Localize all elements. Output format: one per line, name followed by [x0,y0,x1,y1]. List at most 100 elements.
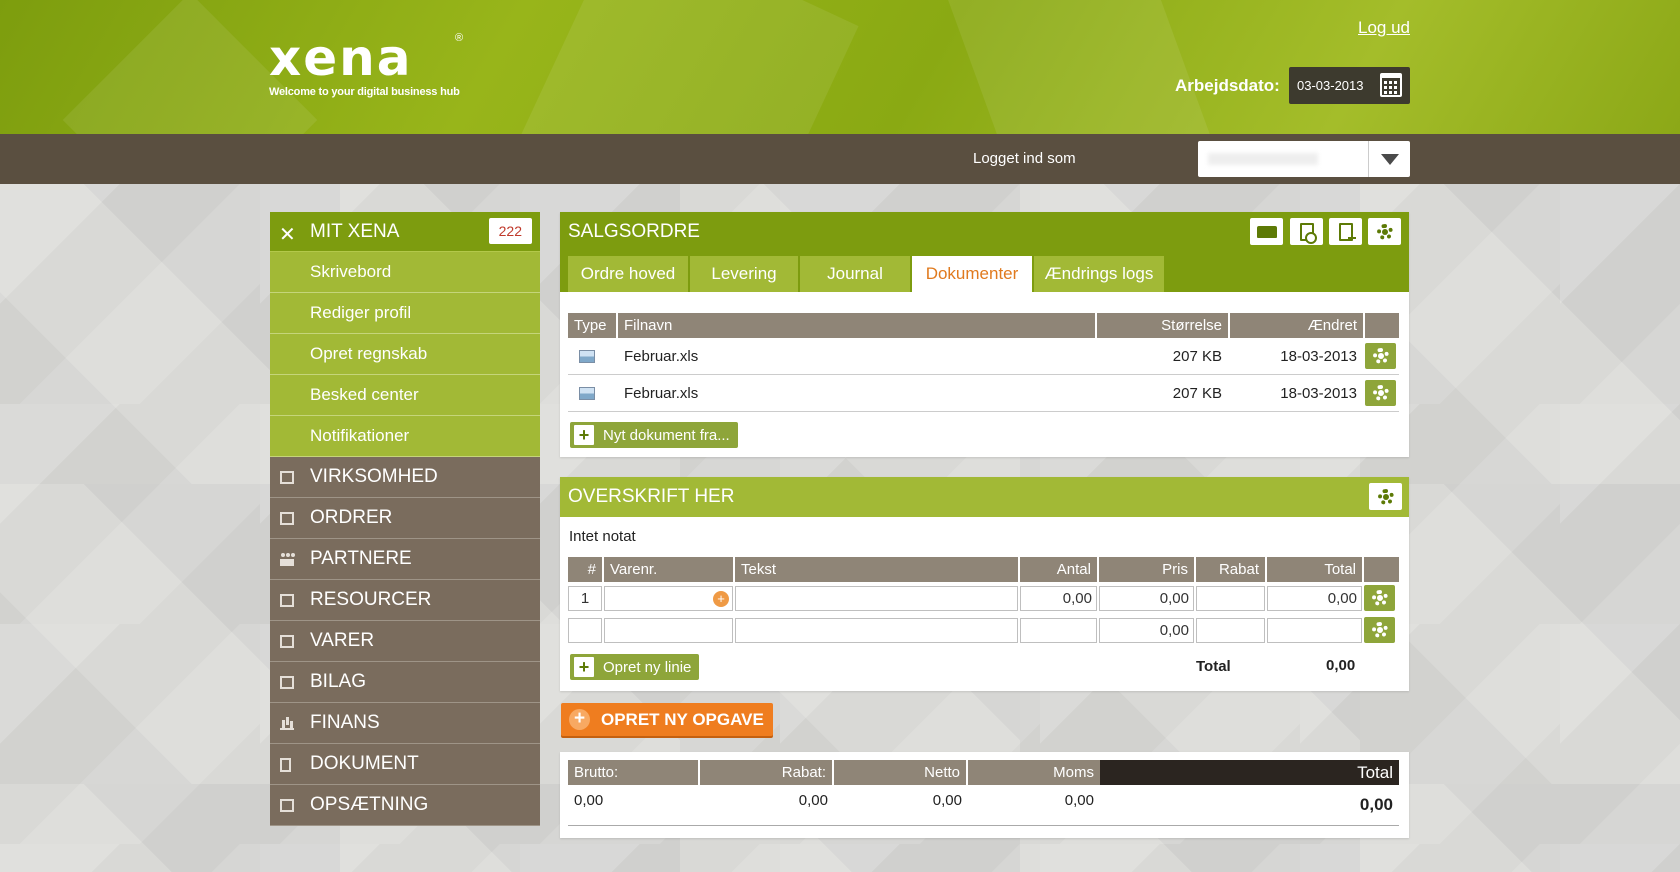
varenr-field[interactable]: + [604,585,733,611]
rabat-field[interactable] [1196,585,1265,611]
netto-value: 0,00 [932,792,962,809]
workdate-value: 03-03-2013 [1297,78,1364,93]
col-actions [1364,557,1399,582]
header: xena ® Welcome to your digital business … [0,0,1680,134]
table-row[interactable]: Februar.xls 207 KB 18-03-2013 [568,338,1399,375]
sidebar-item-opsaetning[interactable]: OPSÆTNING [270,785,540,826]
logo-registered-mark: ® [455,32,464,44]
sidebar-item-varer[interactable]: VARER [270,621,540,662]
line-number-field[interactable] [568,617,602,643]
sidebar-item-finans[interactable]: FINANS [270,703,540,744]
tab-ordre-hoved[interactable]: Ordre hoved [568,256,688,292]
tekst-field[interactable] [735,617,1018,643]
plus-icon: + [574,425,594,445]
chevron-down-icon[interactable] [1368,141,1410,177]
sidebar-item-bilag[interactable]: BILAG [270,662,540,703]
settings-button[interactable] [1369,483,1402,510]
col-varenr: Varenr. [604,557,735,582]
antal-field[interactable] [1020,617,1097,643]
add-item-icon[interactable]: + [713,590,729,607]
tab-aendrings-logs[interactable]: Ændrings logs [1034,256,1164,292]
filename-cell[interactable]: Februar.xls [618,348,1097,365]
tab-journal[interactable]: Journal [800,256,910,292]
tab-levering[interactable]: Levering [690,256,798,292]
new-line-button[interactable]: + Opret ny linie [570,654,700,680]
overskrift-panel: OVERSKRIFT HER Intet notat # Varenr. Tek… [560,477,1409,691]
image-file-icon [579,386,595,400]
sidebar-item-partnere[interactable]: PARTNERE [270,539,540,580]
add-document-icon [1338,222,1356,241]
summary-header: Brutto: Rabat: Netto Moms Total [568,760,1399,785]
sidebar-item-resourcer[interactable]: RESOURCER [270,580,540,621]
preview-button[interactable] [1290,218,1323,245]
row-settings-button[interactable] [1365,380,1396,406]
sidebar: ✕ MIT XENA 222 Skrivebord Rediger profil… [270,212,540,826]
rabat-field[interactable] [1196,617,1265,643]
row-settings-button[interactable] [1364,617,1395,643]
total-field[interactable]: 0,00 [1267,585,1362,611]
sidebar-subitem-opret-regnskab[interactable]: Opret regnskab [270,334,540,375]
col-netto: Netto [834,760,968,785]
rabat-value: 0,00 [798,792,828,809]
new-document-from-button[interactable]: + Nyt dokument fra... [570,422,738,448]
tab-dokumenter[interactable]: Dokumenter [912,256,1032,292]
size-cell: 207 KB [1172,347,1222,365]
col-num: # [568,557,604,582]
filename-cell[interactable]: Februar.xls [618,385,1097,402]
line-number-field[interactable]: 1 [568,585,602,611]
sidebar-item-virksomhed[interactable]: VIRKSOMHED [270,457,540,498]
pris-field[interactable]: 0,00 [1099,585,1194,611]
changed-cell: 18-03-2013 [1280,384,1357,402]
col-rabat: Rabat: [700,760,834,785]
sidebar-subitem-rediger-profil[interactable]: Rediger profil [270,293,540,334]
workdate-field[interactable]: 03-03-2013 [1289,67,1410,104]
save-button[interactable] [1250,218,1283,245]
col-antal: Antal [1020,557,1099,582]
create-new-task-button[interactable]: + OPRET NY OPGAVE [561,703,773,736]
table-row[interactable]: Februar.xls 207 KB 18-03-2013 [568,375,1399,412]
salgsordre-panel: SALGSORDRE Ordre hoved Levering Journal … [560,212,1409,457]
sidebar-subitem-skrivebord[interactable]: Skrivebord [270,252,540,293]
voucher-icon [280,676,294,689]
documents-table: Type Filnavn Størrelse Ændret Februar.xl… [568,313,1399,412]
calendar-icon[interactable] [1380,73,1402,97]
moms-value: 0,00 [1064,792,1094,809]
total-value: 0,00 [1359,795,1393,814]
actions-cell [1365,343,1399,369]
varenr-field[interactable] [604,617,733,643]
gear-icon [1372,348,1389,364]
sidebar-item-label: DOKUMENT [310,753,419,774]
sidebar-item-label: VARER [310,630,375,651]
actions-cell [1364,585,1397,611]
sidebar-subitem-besked-center[interactable]: Besked center [270,375,540,416]
user-select[interactable] [1198,141,1410,177]
header-decoration [521,0,859,134]
total-field[interactable] [1267,617,1362,643]
brutto-value: 0,00 [574,792,604,809]
sidebar-item-mit-xena[interactable]: ✕ MIT XENA 222 [270,212,540,252]
order-line-row: 0,00 [568,617,1399,643]
gear-icon [1371,622,1388,638]
actions-cell [1365,380,1399,406]
type-cell [568,349,618,363]
col-filename: Filnavn [618,313,1097,338]
user-select-value [1208,153,1318,165]
pris-field[interactable]: 0,00 [1099,617,1194,643]
logo[interactable]: xena ® Welcome to your digital business … [269,32,464,98]
row-settings-button[interactable] [1365,343,1396,369]
settings-button[interactable] [1368,218,1401,245]
new-document-button[interactable] [1329,218,1362,245]
tekst-field[interactable] [735,585,1018,611]
sidebar-subitem-notifikationer[interactable]: Notifikationer [270,416,540,457]
logout-link[interactable]: Log ud [1358,18,1410,38]
sidebar-item-dokument[interactable]: DOKUMENT [270,744,540,785]
sidebar-item-ordrer[interactable]: ORDRER [270,498,540,539]
order-lines-table: # Varenr. Tekst Antal Pris Rabat Total 1… [568,557,1399,643]
gear-icon [1371,590,1388,606]
sidebar-item-label: VIRKSOMHED [310,466,438,487]
sidebar-item-label: BILAG [310,671,366,692]
row-settings-button[interactable] [1364,585,1395,611]
workdate-label: Arbejdsdato: [1175,76,1280,95]
note-text: Intet notat [569,528,636,545]
antal-field[interactable]: 0,00 [1020,585,1097,611]
